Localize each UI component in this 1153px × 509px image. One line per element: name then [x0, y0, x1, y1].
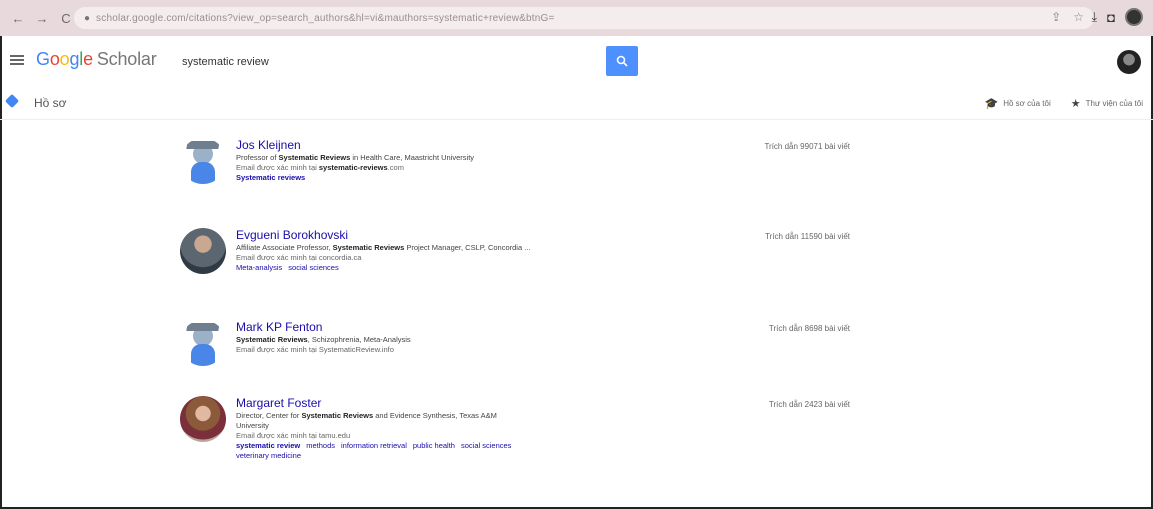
search-icon	[616, 55, 628, 67]
author-avatar[interactable]	[180, 138, 226, 184]
browser-profile-avatar[interactable]	[1125, 8, 1143, 26]
interest-link[interactable]: Systematic reviews	[236, 173, 305, 182]
account-avatar[interactable]	[1117, 50, 1141, 74]
author-email: Email được xác minh tại SystematicReview…	[236, 345, 394, 354]
interest-link[interactable]: social sciences	[288, 263, 338, 272]
author-interests: Systematic reviews	[236, 173, 636, 183]
interest-link[interactable]: information retrieval	[341, 441, 407, 450]
author-email: Email được xác minh tại tamu.edu	[236, 431, 351, 440]
scholar-header: Google Scholar	[0, 36, 1153, 86]
author-name-link[interactable]: Mark KP Fenton	[236, 320, 636, 335]
my-library-link[interactable]: ★ Thư viện của tôi	[1071, 97, 1143, 110]
download-icon[interactable]: ⤓	[1091, 9, 1097, 25]
author-affiliation: Professor of Systematic Reviews in Healt…	[236, 153, 475, 162]
google-scholar-logo[interactable]: Google Scholar	[36, 49, 157, 70]
address-bar[interactable]: ● scholar.google.com/citations?view_op=s…	[74, 7, 1094, 29]
interest-link[interactable]: veterinary medicine	[236, 451, 301, 460]
author-name-link[interactable]: Margaret Foster	[236, 396, 636, 411]
window-icon[interactable]: ◘	[1107, 10, 1115, 25]
author-avatar[interactable]	[180, 228, 226, 274]
search-button[interactable]	[606, 46, 638, 76]
back-button[interactable]: ←	[8, 8, 28, 28]
citation-count: Trích dẫn 99071 bài viết	[764, 142, 850, 151]
star-icon[interactable]: ☆	[1073, 10, 1084, 24]
page-title: Hồ sơ	[34, 96, 67, 110]
interest-link[interactable]: social sciences	[461, 441, 511, 450]
citation-count: Trích dẫn 2423 bài viết	[768, 400, 850, 409]
interest-link[interactable]: Meta-analysis	[236, 263, 282, 272]
citation-count: Trích dẫn 11590 bài viết	[765, 232, 850, 241]
author-name-link[interactable]: Evgueni Borokhovski	[236, 228, 636, 243]
author-affiliation: Director, Center for Systematic Reviews …	[236, 411, 497, 420]
author-affiliation: Systematic Reviews, Schizophrenia, Meta-…	[236, 335, 411, 344]
profiles-subnav: Hồ sơ 🎓 Hồ sơ của tôi ★ Thư viện của tôi	[0, 86, 1153, 120]
author-interests: systematic review methods information retr…	[236, 441, 636, 451]
author-email: Email được xác minh tại systematic-revie…	[236, 163, 404, 172]
forward-button[interactable]: →	[32, 8, 52, 28]
interest-link[interactable]: public health	[413, 441, 455, 450]
author-email: Email được xác minh tại concordia.ca	[236, 253, 362, 262]
search-input[interactable]	[174, 48, 606, 76]
author-avatar[interactable]	[180, 396, 226, 442]
interest-link[interactable]: systematic review	[236, 441, 300, 450]
share-icon[interactable]: ⇪	[1051, 10, 1061, 24]
author-interests: Meta-analysis social sciences	[236, 263, 636, 273]
author-name-link[interactable]: Jos Kleijnen	[236, 138, 636, 153]
star-filled-icon: ★	[1070, 98, 1081, 110]
graduation-cap-icon: 🎓	[984, 98, 999, 110]
reload-button[interactable]: C	[56, 8, 76, 28]
profile-icon	[4, 93, 20, 109]
citation-count: Trích dẫn 8698 bài viết	[768, 324, 850, 333]
interest-link[interactable]: methods	[306, 441, 335, 450]
author-interests-continued: veterinary medicine	[236, 451, 636, 461]
author-affiliation: Affiliate Associate Professor, Systemati…	[236, 243, 531, 252]
url-text: scholar.google.com/citations?view_op=sea…	[96, 12, 555, 24]
menu-icon[interactable]	[10, 55, 24, 65]
author-avatar[interactable]	[180, 320, 226, 366]
my-profile-link[interactable]: 🎓 Hồ sơ của tôi	[985, 97, 1051, 110]
browser-toolbar: ← → C ● scholar.google.com/citations?vie…	[0, 0, 1153, 36]
lock-icon: ●	[84, 12, 91, 24]
author-affiliation-continued: University	[236, 421, 269, 430]
